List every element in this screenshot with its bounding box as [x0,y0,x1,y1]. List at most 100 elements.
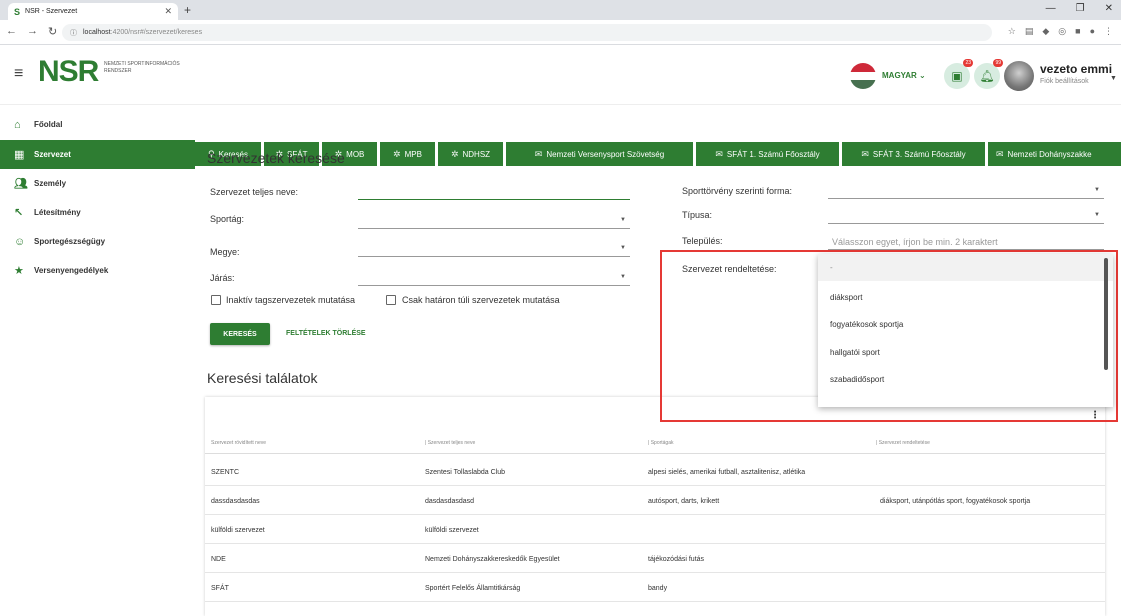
extension-icon[interactable]: ▤ [1025,26,1034,37]
sidebar-item-sportegeszsegugy[interactable]: ☺ Sportegészségügy [0,227,195,256]
county-label: Megye: [210,247,240,257]
dropdown-option[interactable]: szabadidősport [818,366,1113,393]
notifications-badge: 99 [993,59,1003,67]
extension-icon[interactable]: ◎ [1058,26,1066,37]
tab-nemzeti-dohanyszakke[interactable]: ✉ Nemzeti Dohányszakke [988,142,1121,166]
table-cell: Nemzeti Dohányszakkereskedők Egyesület [425,556,560,563]
table-cell: Szentesi Tollaslabda Club [425,469,506,476]
column-header[interactable]: | Szervezet teljes neve [425,440,475,446]
tasks-icon[interactable]: ▣ 23 [944,59,973,89]
home-icon: ⌂ [14,118,21,131]
tab-sfat-3[interactable]: ✉ SFÁT 3. Számú Főosztály [842,142,985,166]
close-window-icon[interactable]: ✕ [1105,3,1113,14]
tab-label: NDHSZ [462,149,491,159]
hungarian-flag-icon[interactable] [850,63,876,89]
org-icon: ✲ [393,148,401,159]
sidebar-item-szervezet[interactable]: ▦ Szervezet [0,140,195,169]
back-icon[interactable]: ← [6,25,17,38]
browser-tab[interactable]: S NSR - Szervezet ✕ [8,3,178,20]
legal-form-select[interactable]: ▼ [828,183,1104,199]
clear-filters-button[interactable]: FELTÉTELEK TÖRLÉSE [286,330,366,337]
sidebar-item-label: Személy [34,179,67,188]
hamburger-icon[interactable]: ≡ [14,65,23,83]
new-tab-icon[interactable]: + [184,3,191,17]
table-cell: SFÁT [211,585,229,592]
type-select[interactable]: ▼ [828,208,1104,224]
handshake-icon: ✉ [861,148,869,159]
sidebar-item-fooldal[interactable]: ⌂ Főoldal [0,110,195,139]
sidebar-item-versenyengedelyek[interactable]: ★ Versenyengedélyek [0,256,195,285]
minimize-icon[interactable]: — [1046,3,1056,14]
nsr-logo[interactable]: NSR [38,55,99,89]
column-header[interactable]: | Sportágak [648,440,674,446]
inactive-checkbox-label[interactable]: Inaktív tagszervezetek mutatása [226,295,355,305]
star-bookmark-icon[interactable]: ☆ [1008,26,1016,37]
dropdown-arrow-icon: ▼ [620,245,626,251]
tab-label: Nemzeti Versenysport Szövetség [546,149,665,159]
settlement-label: Település: [682,236,723,246]
sidebar-item-letesitmeny[interactable]: ↖ Létesítmény [0,198,195,227]
full-name-input[interactable] [358,184,630,200]
tab-mpb[interactable]: ✲ MPB [380,142,435,166]
table-row[interactable] [205,516,1105,544]
legal-form-label: Sporttörvény szerinti forma: [682,186,793,196]
url-field[interactable]: ⓘ localhost :4200/nsr#/szervezet/kereses [62,24,992,41]
inactive-checkbox[interactable] [211,295,221,305]
dropdown-option[interactable]: fogyatékosok sportja [818,311,1113,338]
dropdown-option[interactable]: - [818,254,1113,281]
menu-icon[interactable]: ⋮ [1104,26,1113,37]
close-tab-icon[interactable]: ✕ [164,6,172,17]
tab-sfat-1[interactable]: ✉ SFÁT 1. Számú Főosztály [696,142,839,166]
window-controls: — ❐ ✕ [1046,3,1113,14]
handshake-icon: ✉ [715,148,723,159]
app-header: ≡ NSR NEMZETI SPORTINFORMÁCIÓS RENDSZER … [0,45,1121,105]
star-icon: ★ [14,265,24,277]
user-name[interactable]: vezeto emmi [1040,62,1112,76]
dropdown-arrow-icon: ▼ [1094,187,1100,193]
language-select[interactable]: MAGYAR ⌄ [882,71,926,80]
sidebar-item-label: Létesítmény [34,208,81,217]
column-header[interactable]: Szervezet rövidített neve [211,440,266,446]
table-cell: tájékozódási futás [648,556,705,563]
dropdown-option[interactable]: diáksport [818,284,1113,311]
table-cell: autósport, darts, krikett [648,498,720,505]
tab-nemzeti-versenysport[interactable]: ✉ Nemzeti Versenysport Szövetség [506,142,693,166]
sidebar-item-label: Sportegészségügy [34,237,106,246]
tasks-badge: 23 [963,59,973,67]
county-select[interactable]: ▼ [358,241,630,257]
handshake-icon: ✉ [534,148,543,159]
account-settings-link[interactable]: Fiók beállítások [1040,78,1089,85]
settlement-placeholder: Válasszon egyet, írjon be min. 2 karakte… [832,237,998,247]
sidebar: ⌂ Főoldal ▦ Szervezet 👥︎ Személy ↖ Létesítmé… [0,106,195,616]
tab-label: Nemzeti Dohányszakke [1007,149,1092,159]
table-cell: SZENTC [211,469,239,476]
profile-icon[interactable]: ● [1090,26,1095,37]
district-label: Járás: [210,273,235,283]
column-header[interactable]: | Szervezet rendeltetése [876,440,930,446]
sport-select[interactable]: ▼ [358,213,630,229]
search-button[interactable]: KERESÉS [210,323,270,345]
tab-ndhsz[interactable]: ✲ NDHSZ [438,142,503,166]
address-bar: ← → ↻ ⓘ localhost :4200/nsr#/szervezet/k… [0,20,1121,45]
browser-tabbar: S NSR - Szervezet ✕ + — ❐ ✕ [0,0,1121,20]
chevron-down-icon[interactable]: ▼ [1110,75,1117,82]
reload-icon[interactable]: ↻ [48,25,57,38]
maximize-icon[interactable]: ❐ [1076,3,1085,14]
purpose-dropdown-list[interactable]: - diáksport fogyatékosok sportja hallgat… [818,254,1113,407]
dropdown-scrollbar[interactable] [1104,258,1108,370]
bell-icon[interactable]: 🔔︎ 99 [974,59,1003,89]
sidebar-item-szemely[interactable]: 👥︎ Személy [0,169,195,198]
table-cell: Sportért Felelős Államtitkárság [425,585,521,592]
abroad-checkbox[interactable] [386,295,396,305]
dropdown-option[interactable]: hallgatói sport [818,339,1113,366]
avatar[interactable] [1004,61,1034,91]
abroad-checkbox-label[interactable]: Csak határon túli szervezetek mutatása [402,295,560,305]
district-select[interactable]: ▼ [358,270,630,286]
tab-label: MPB [404,149,422,159]
forward-icon[interactable]: → [27,25,38,38]
column-header-text: Szervezet teljes neve [427,440,476,446]
sidebar-item-label: Szervezet [34,150,71,159]
extension-icon[interactable]: ■ [1075,26,1080,37]
extension-icon[interactable]: ◆ [1042,26,1049,37]
url-path: :4200/nsr#/szervezet/kereses [110,29,203,36]
